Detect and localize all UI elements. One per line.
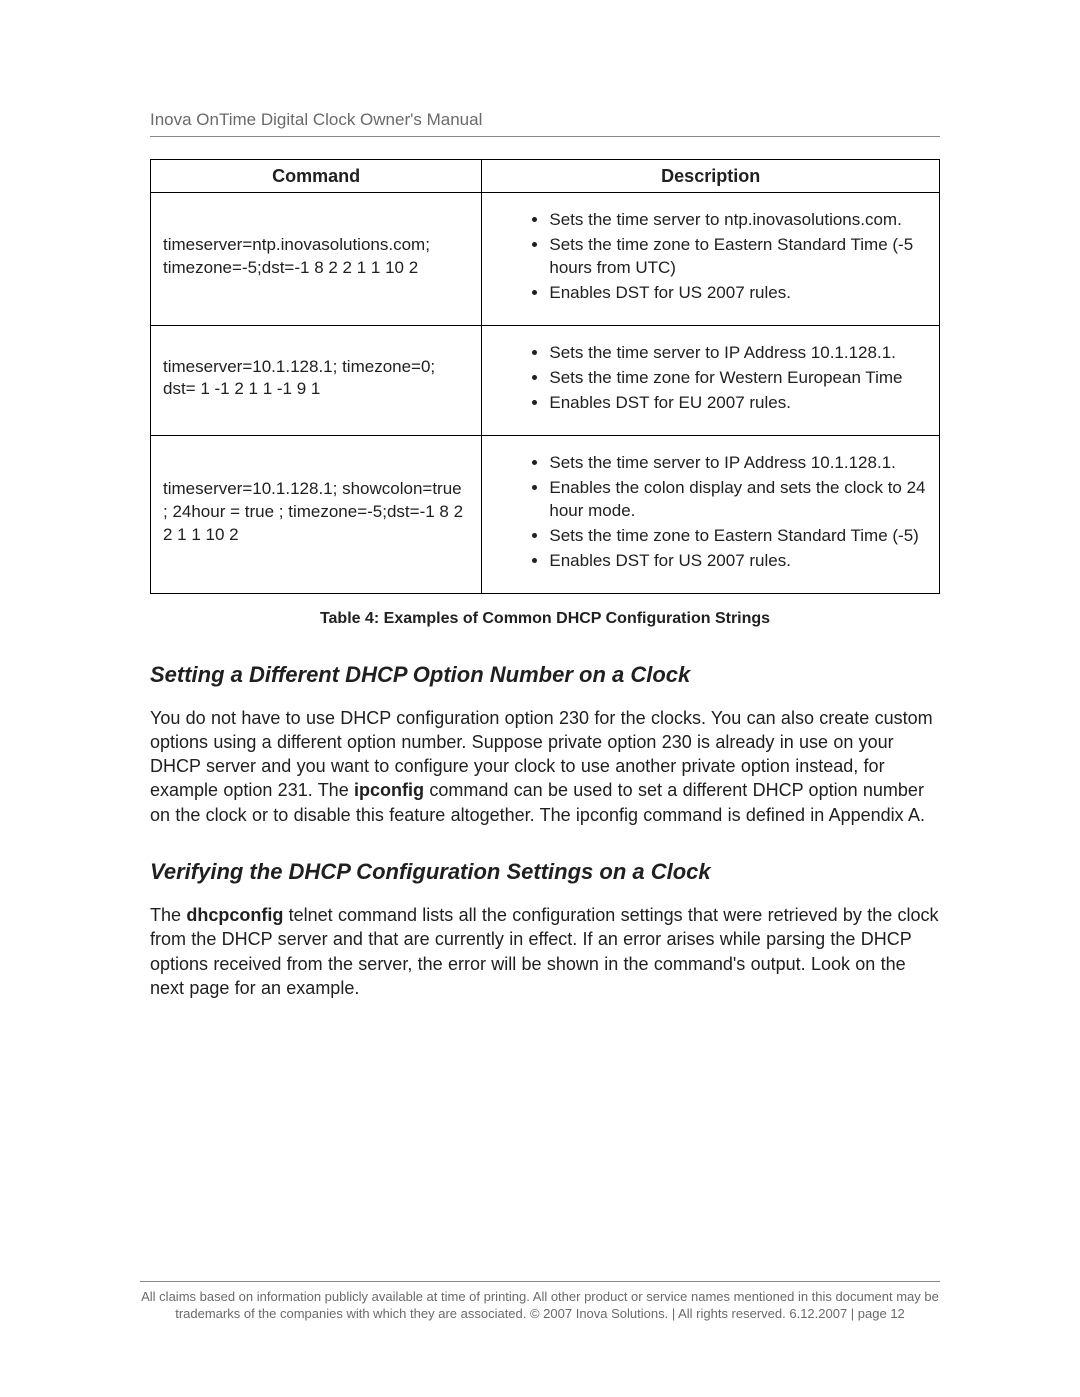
command-cell: timeserver=10.1.128.1; showcolon=true ; …: [151, 435, 482, 593]
description-list: Sets the time server to ntp.inovasolutio…: [494, 209, 927, 305]
body-paragraph: The dhcpconfig telnet command lists all …: [150, 903, 940, 1000]
description-cell: Sets the time server to IP Address 10.1.…: [482, 435, 940, 593]
table-row: timeserver=ntp.inovasolutions.com; timez…: [151, 193, 940, 326]
col-header-command: Command: [151, 160, 482, 193]
list-item: Sets the time zone for Western European …: [549, 367, 927, 390]
table-caption: Table 4: Examples of Common DHCP Configu…: [150, 610, 940, 628]
inline-command-ipconfig: ipconfig: [354, 780, 424, 800]
command-cell: timeserver=10.1.128.1; timezone=0; dst= …: [151, 326, 482, 436]
running-header: Inova OnTime Digital Clock Owner's Manua…: [150, 110, 940, 137]
list-item: Sets the time zone to Eastern Standard T…: [549, 234, 927, 280]
list-item: Enables DST for US 2007 rules.: [549, 550, 927, 573]
col-header-description: Description: [482, 160, 940, 193]
list-item: Enables the colon display and sets the c…: [549, 477, 927, 523]
list-item: Sets the time server to ntp.inovasolutio…: [549, 209, 927, 232]
list-item: Sets the time server to IP Address 10.1.…: [549, 342, 927, 365]
para-text: The: [150, 905, 186, 925]
section-heading-setting-option: Setting a Different DHCP Option Number o…: [150, 662, 940, 688]
description-cell: Sets the time server to IP Address 10.1.…: [482, 326, 940, 436]
list-item: Sets the time zone to Eastern Standard T…: [549, 525, 927, 548]
footer-line: trademarks of the companies with which t…: [175, 1306, 905, 1321]
list-item: Sets the time server to IP Address 10.1.…: [549, 452, 927, 475]
table-row: timeserver=10.1.128.1; timezone=0; dst= …: [151, 326, 940, 436]
page-footer: All claims based on information publicly…: [140, 1281, 940, 1323]
description-list: Sets the time server to IP Address 10.1.…: [494, 452, 927, 573]
footer-line: All claims based on information publicly…: [141, 1289, 939, 1304]
table-row: timeserver=10.1.128.1; showcolon=true ; …: [151, 435, 940, 593]
list-item: Enables DST for EU 2007 rules.: [549, 392, 927, 415]
inline-command-dhcpconfig: dhcpconfig: [186, 905, 283, 925]
list-item: Enables DST for US 2007 rules.: [549, 282, 927, 305]
description-list: Sets the time server to IP Address 10.1.…: [494, 342, 927, 415]
config-table: Command Description timeserver=ntp.inova…: [150, 159, 940, 594]
command-cell: timeserver=ntp.inovasolutions.com; timez…: [151, 193, 482, 326]
description-cell: Sets the time server to ntp.inovasolutio…: [482, 193, 940, 326]
section-heading-verifying: Verifying the DHCP Configuration Setting…: [150, 859, 940, 885]
table-header-row: Command Description: [151, 160, 940, 193]
body-paragraph: You do not have to use DHCP configuratio…: [150, 706, 940, 827]
page: Inova OnTime Digital Clock Owner's Manua…: [0, 0, 1080, 1397]
